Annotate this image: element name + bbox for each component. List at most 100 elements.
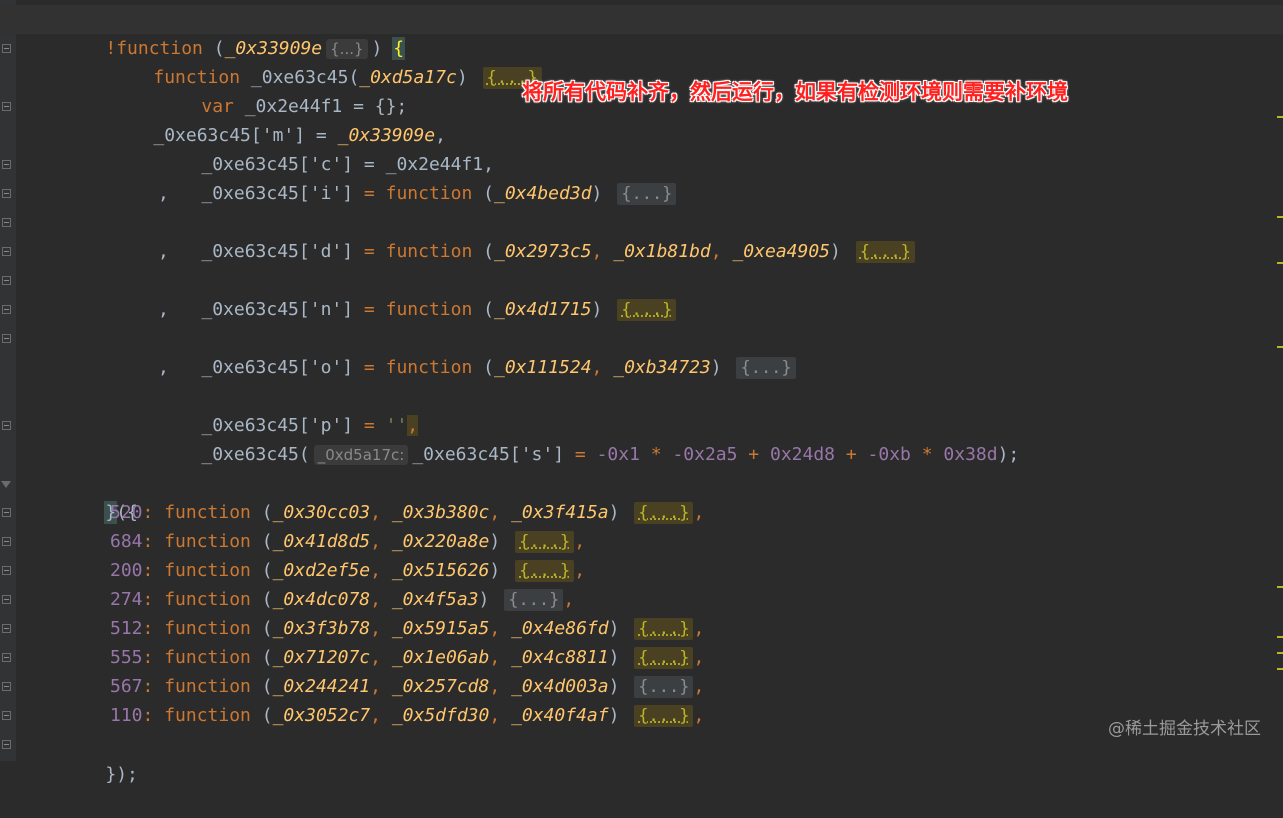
punct: ) — [608, 502, 631, 523]
operator: + — [835, 444, 868, 465]
punct: ) — [478, 589, 501, 610]
code-line[interactable]: }); — [62, 731, 138, 785]
fold-icon[interactable] — [2, 653, 11, 662]
key: ['n'] — [298, 299, 354, 320]
error-stripe-marker[interactable] — [1277, 116, 1283, 118]
module-line[interactable]: 200: function (_0xd2ef5e, _0x515626) {..… — [110, 556, 585, 585]
code-line[interactable]: }({ — [62, 469, 138, 524]
code-line[interactable]: _0xe63c45['n'] = function (_0x4d1715) {.… — [158, 266, 677, 321]
fold-icon[interactable] — [2, 189, 11, 198]
module-line[interactable]: 520: function (_0x30cc03, _0x3b380c, _0x… — [110, 498, 704, 527]
fold-icon[interactable] — [2, 624, 11, 633]
fold-icon[interactable] — [2, 421, 11, 430]
code-editor[interactable]: !function (_0x33909e {...}) { function _0… — [0, 0, 1283, 785]
punct: , — [158, 299, 169, 320]
punct: , — [710, 241, 722, 262]
collapsed-block[interactable]: {...} — [736, 357, 796, 379]
collapsed-block[interactable]: {...} — [634, 502, 694, 524]
collapsed-block[interactable]: {...} — [515, 531, 575, 553]
error-stripe-marker[interactable] — [1277, 652, 1283, 654]
error-stripe-marker[interactable] — [1277, 216, 1283, 218]
punct: ) — [608, 618, 631, 639]
punct: , — [574, 560, 586, 581]
code-line[interactable]: !function (_0x33909e {...}) { — [0, 5, 1283, 60]
code-line[interactable]: function _0xe63c45(_0xd5a17c) {...} — [110, 34, 542, 89]
param: _0x41d8d5 — [272, 531, 371, 552]
fold-icon[interactable] — [2, 102, 11, 111]
code-line[interactable]: , — [158, 295, 169, 324]
param: _0x4f5a3 — [391, 589, 479, 610]
code-line[interactable]: _0xe63c45['m'] = _0x33909e, — [110, 92, 446, 146]
fold-icon[interactable] — [2, 44, 11, 53]
punct: , — [370, 676, 392, 697]
fold-icon[interactable] — [2, 537, 11, 546]
error-stripe-marker[interactable] — [1277, 636, 1283, 638]
module-id: 684 — [110, 531, 143, 552]
module-line[interactable]: 555: function (_0x71207c, _0x1e06ab, _0x… — [110, 643, 704, 672]
param: _0x244241 — [272, 676, 371, 697]
error-stripe-marker[interactable] — [1277, 586, 1283, 588]
keyword: function — [164, 618, 251, 639]
module-line[interactable]: 684: function (_0x41d8d5, _0x220a8e) {..… — [110, 527, 585, 556]
collapsed-block[interactable]: {...} — [634, 705, 694, 727]
collapsed-block[interactable]: {...} — [504, 589, 564, 611]
fold-expanded-icon[interactable] — [1, 481, 11, 488]
module-line[interactable]: 512: function (_0x3f3b78, _0x5915a5, _0x… — [110, 614, 704, 643]
module-line[interactable]: 567: function (_0x244241, _0x257cd8, _0x… — [110, 672, 704, 701]
collapsed-block[interactable]: {...} — [617, 183, 677, 205]
code-line[interactable]: _0xe63c45['o'] = function (_0x111524, _0… — [158, 324, 796, 379]
punct: , — [489, 618, 512, 639]
code-line[interactable]: _0xe63c45['p'] = '', — [158, 382, 419, 436]
module-line[interactable]: 274: function (_0x4dc078, _0x4f5a3) {...… — [110, 585, 574, 614]
fold-icon[interactable] — [2, 595, 11, 604]
fold-icon[interactable] — [2, 305, 11, 314]
collapsed-block[interactable]: {...} — [634, 676, 694, 698]
code-line[interactable]: _0xe63c45(_0xd5a17c: _0xe63c45['s'] = -0x… — [158, 411, 1019, 465]
module-line[interactable]: 110: function (_0x3052c7, _0x5dfd30, _0x… — [110, 701, 704, 730]
operator: = — [564, 444, 597, 465]
fold-icon[interactable] — [2, 682, 11, 691]
punct: ( — [250, 560, 273, 581]
param: _0x1e06ab — [391, 647, 490, 668]
punct: ) — [608, 705, 631, 726]
fold-icon[interactable] — [2, 334, 11, 343]
code-line[interactable]: var _0x2e44f1 = {}; — [158, 63, 407, 117]
number-literal: -0x1 — [596, 444, 640, 465]
fold-icon[interactable] — [2, 508, 11, 517]
collapsed-block[interactable]: {...} — [855, 241, 915, 263]
param: _0x3f415a — [511, 502, 609, 523]
code-line[interactable]: _0xe63c45['d'] = function (_0x2973c5, _0… — [158, 208, 915, 263]
code-line[interactable]: , — [158, 179, 169, 208]
identifier: _0xe63c45 — [201, 357, 299, 378]
error-stripe-marker[interactable] — [1277, 346, 1283, 348]
fold-icon[interactable] — [2, 740, 11, 749]
identifier: _0xe63c45 — [201, 183, 299, 204]
keyword: function — [385, 241, 473, 262]
module-id: 110 — [110, 705, 143, 726]
keyword: function — [164, 647, 251, 668]
punct: , — [370, 589, 392, 610]
punct: ( — [472, 357, 494, 378]
error-stripe-marker[interactable] — [1277, 668, 1283, 670]
error-stripe-marker[interactable] — [1277, 262, 1283, 264]
punct: : — [142, 647, 165, 668]
fold-icon[interactable] — [2, 160, 11, 169]
collapsed-block[interactable]: {...} — [617, 299, 677, 321]
param: _0x4e86fd — [511, 618, 609, 639]
key: ['d'] — [298, 241, 354, 262]
fold-icon[interactable] — [2, 276, 11, 285]
code-line[interactable]: _0xe63c45['i'] = function (_0x4bed3d) {.… — [158, 150, 677, 205]
code-line[interactable]: , — [158, 237, 169, 266]
code-line[interactable]: _0xe63c45['c'] = _0x2e44f1, — [158, 121, 494, 175]
key: ['o'] — [298, 357, 354, 378]
collapsed-block[interactable]: {...} — [515, 560, 575, 582]
fold-icon[interactable] — [2, 247, 11, 256]
fold-icon[interactable] — [2, 566, 11, 575]
collapsed-block[interactable]: {...} — [634, 618, 694, 640]
code-line[interactable]: , — [158, 353, 169, 382]
fold-icon[interactable] — [2, 218, 11, 227]
punct: : — [142, 705, 165, 726]
collapsed-block[interactable]: {...} — [634, 647, 694, 669]
operator: = — [353, 241, 386, 262]
fold-icon[interactable] — [2, 711, 11, 720]
